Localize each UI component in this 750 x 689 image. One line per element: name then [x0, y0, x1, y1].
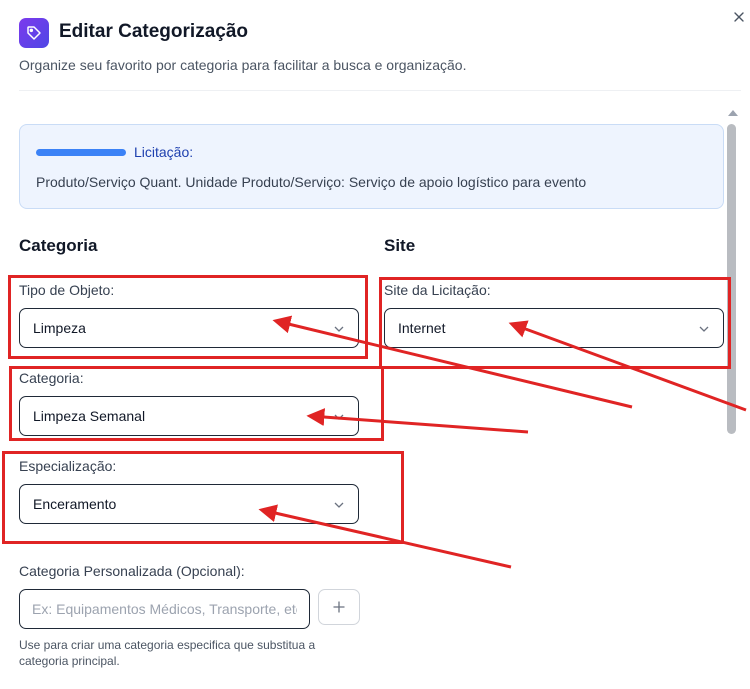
add-category-button[interactable] — [318, 589, 360, 625]
annotation-box-especializacao — [2, 451, 404, 544]
scroll-up-arrow[interactable] — [728, 110, 738, 116]
plus-icon — [333, 601, 345, 613]
licitacao-info-card: Licitação: Produto/Serviço Quant. Unidad… — [19, 124, 724, 209]
dialog-title: Editar Categorização — [59, 21, 248, 42]
licitacao-description: Produto/Serviço Quant. Unidade Produto/S… — [36, 174, 587, 190]
header-divider — [19, 90, 741, 91]
annotation-box-site — [379, 277, 731, 369]
site-section-heading: Site — [384, 236, 416, 255]
categoria-personalizada-input[interactable] — [19, 589, 310, 629]
categoria-personalizada-helper: Use para criar uma categoria especifica … — [19, 638, 316, 668]
tag-icon — [19, 18, 49, 48]
categoria-personalizada-label: Categoria Personalizada (Opcional): — [19, 563, 245, 579]
dialog-subtitle: Organize seu favorito por categoria para… — [19, 57, 467, 73]
close-icon[interactable] — [731, 9, 747, 25]
categoria-section-heading: Categoria — [19, 236, 98, 255]
annotation-box-categoria — [9, 366, 384, 441]
annotation-box-tipo-objeto — [8, 275, 368, 359]
info-accent-bar — [36, 149, 126, 156]
licitacao-label: Licitação: — [134, 144, 194, 160]
